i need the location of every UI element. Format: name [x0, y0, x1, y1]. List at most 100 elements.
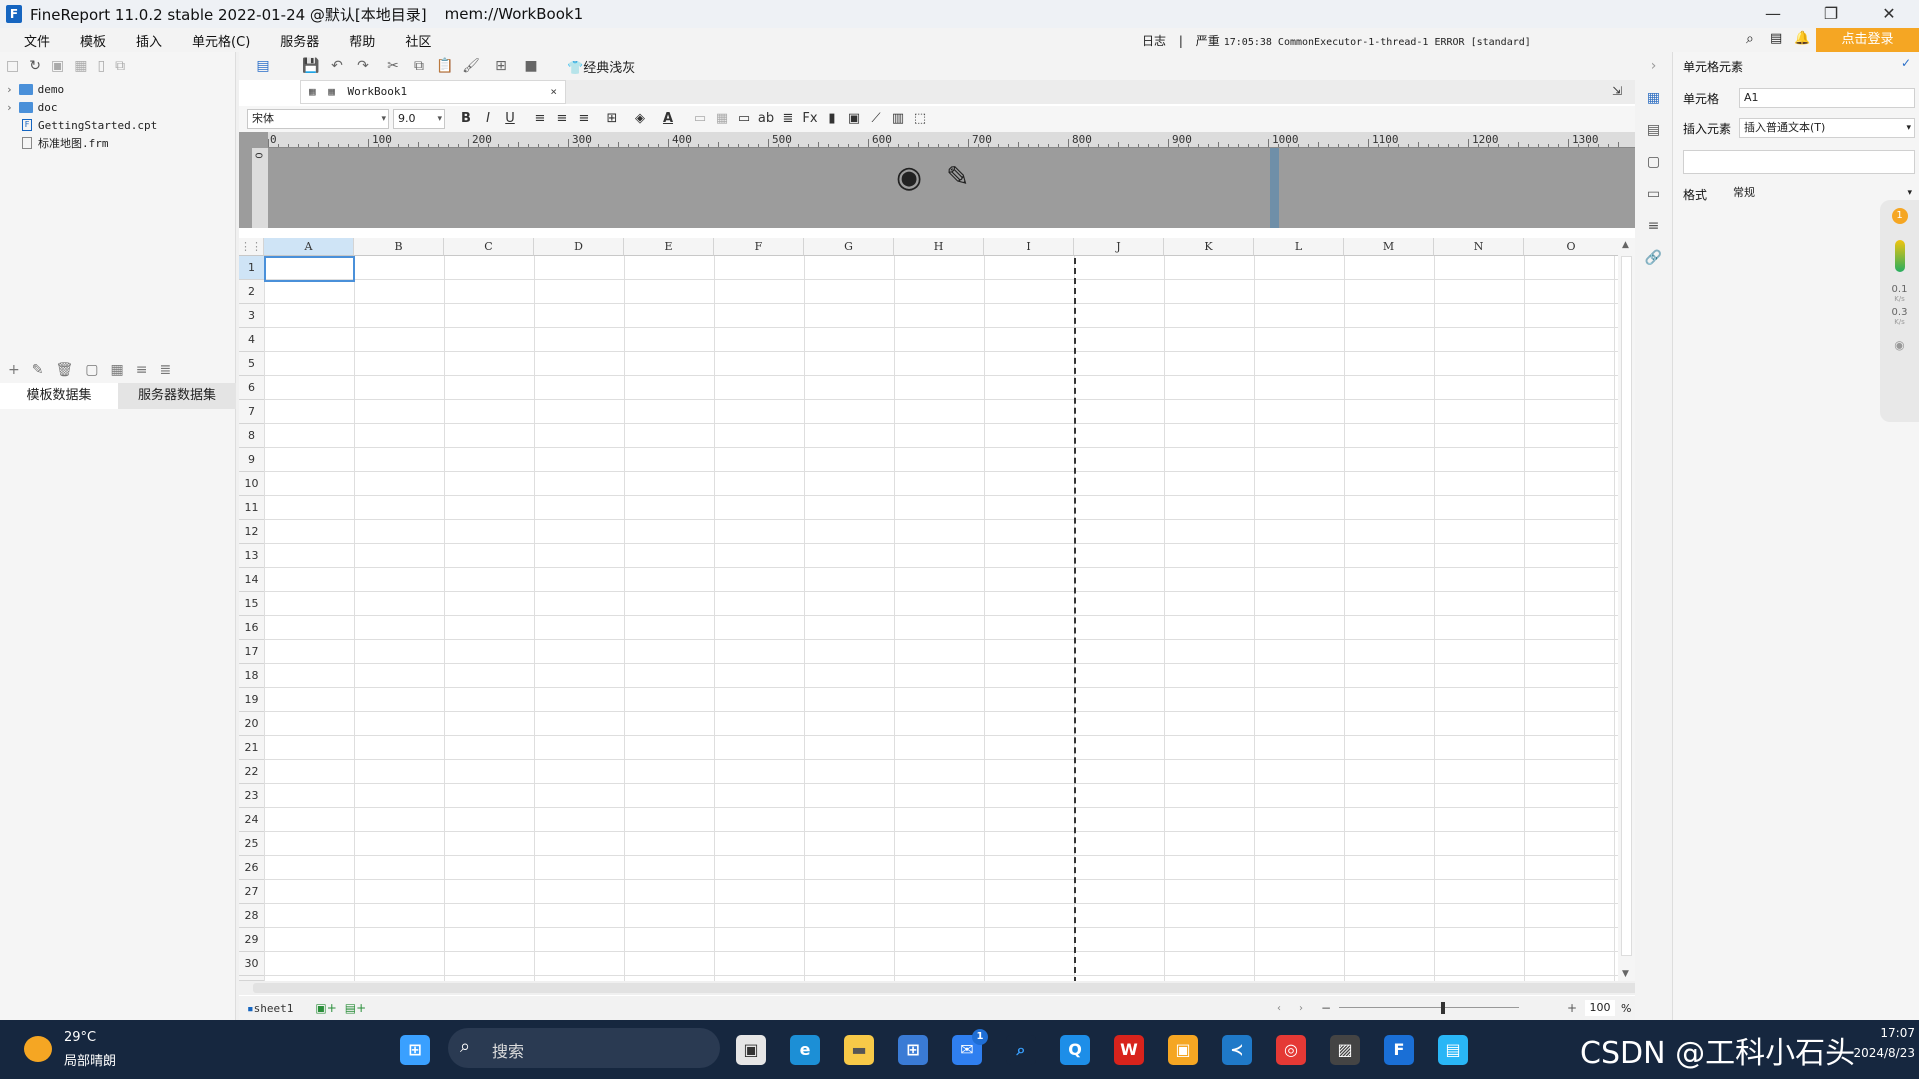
- qq-browser-icon[interactable]: Q: [1060, 1035, 1090, 1065]
- taskbar-search[interactable]: ⌕ 搜索: [448, 1028, 720, 1068]
- widget-icon[interactable]: ▢: [1644, 152, 1664, 172]
- cut-icon[interactable]: ✂: [383, 56, 403, 76]
- zoom-slider[interactable]: [1339, 1007, 1519, 1008]
- row-header[interactable]: 13: [239, 544, 264, 568]
- paste-icon[interactable]: 📋: [435, 56, 455, 76]
- row-header[interactable]: 30: [239, 952, 264, 976]
- selected-cell[interactable]: [264, 256, 355, 282]
- tree-file-map[interactable]: 标准地图.frm: [6, 134, 235, 152]
- add-sheet-icon[interactable]: ▣+: [315, 1001, 336, 1015]
- camera-icon[interactable]: ◉: [1880, 338, 1919, 352]
- column-header[interactable]: D: [534, 238, 624, 256]
- row-header[interactable]: 21: [239, 736, 264, 760]
- cell-attr-icon[interactable]: ▦: [1644, 88, 1664, 108]
- expand-panel-icon[interactable]: ›: [1644, 56, 1664, 76]
- check-icon[interactable]: ✓: [1901, 56, 1911, 70]
- column-header[interactable]: A: [264, 238, 354, 256]
- row-header[interactable]: 24: [239, 808, 264, 832]
- cell-style-icon[interactable]: ▤: [1644, 120, 1664, 140]
- remote-desktop-icon[interactable]: ▣: [1168, 1035, 1198, 1065]
- bold-button[interactable]: B: [455, 109, 477, 129]
- insert-element-select[interactable]: 插入普通文本(T) ▾: [1739, 118, 1915, 138]
- redo-icon[interactable]: ↷: [353, 56, 373, 76]
- font-select[interactable]: 宋体 ▾: [247, 109, 389, 129]
- row-header[interactable]: 12: [239, 520, 264, 544]
- bell-icon[interactable]: 🔔: [1794, 31, 1810, 46]
- row-header[interactable]: 27: [239, 880, 264, 904]
- row-header[interactable]: 23: [239, 784, 264, 808]
- row-header[interactable]: 20: [239, 712, 264, 736]
- row-header[interactable]: 9: [239, 448, 264, 472]
- hscroll-thumb[interactable]: [253, 983, 1763, 993]
- theme-button[interactable]: 👕经典浅灰: [567, 57, 635, 76]
- column-header[interactable]: B: [354, 238, 444, 256]
- notepad-icon[interactable]: ▤: [1438, 1035, 1468, 1065]
- refresh-icon[interactable]: ↻: [29, 58, 41, 74]
- row-header[interactable]: 15: [239, 592, 264, 616]
- close-tab-icon[interactable]: ×: [550, 81, 557, 103]
- sheet-tab[interactable]: ▪sheet1: [247, 1002, 293, 1015]
- column-header[interactable]: E: [624, 238, 714, 256]
- cell-content-input[interactable]: [1683, 150, 1915, 174]
- align-left-icon[interactable]: ≡: [529, 109, 551, 129]
- login-button[interactable]: 点击登录: [1816, 28, 1919, 52]
- notes-icon[interactable]: ▤: [1770, 31, 1782, 46]
- row-header[interactable]: 25: [239, 832, 264, 856]
- select-all-icon[interactable]: ⋮⋮: [239, 238, 264, 256]
- network-gadget[interactable]: 1 0.1 K/s 0.3 K/s ◉: [1880, 200, 1919, 422]
- page-width-marker[interactable]: [1270, 148, 1279, 228]
- tab-template-dataset[interactable]: 模板数据集: [0, 383, 118, 409]
- windows-start-icon[interactable]: ⊞: [400, 1035, 430, 1065]
- tree-folder-doc[interactable]: › doc: [6, 98, 235, 116]
- undo-icon[interactable]: ↶: [327, 56, 347, 76]
- file-explorer-icon[interactable]: ▬: [844, 1035, 874, 1065]
- tree-folder-demo[interactable]: › demo: [6, 80, 235, 98]
- server-db-icon[interactable]: ≣: [159, 362, 171, 378]
- hidden-eye-icon[interactable]: ◉: [896, 160, 922, 195]
- fill-color-icon[interactable]: ◈: [629, 109, 651, 129]
- data-column-icon[interactable]: ≡: [1644, 216, 1664, 236]
- dataset-icon[interactable]: ▦: [110, 362, 123, 378]
- search-app-icon[interactable]: ⌕: [1006, 1035, 1036, 1065]
- column-header[interactable]: I: [984, 238, 1074, 256]
- copy-icon[interactable]: ⧉: [409, 56, 429, 76]
- spreadsheet-grid[interactable]: ⋮⋮ A B C D E F G H I J K L M N O 1 2 3 4…: [239, 238, 1619, 981]
- row-header[interactable]: 28: [239, 904, 264, 928]
- align-right-icon[interactable]: ≡: [573, 109, 595, 129]
- column-header[interactable]: C: [444, 238, 534, 256]
- search-icon[interactable]: ⌕: [1746, 31, 1754, 47]
- row-header[interactable]: 6: [239, 376, 264, 400]
- save-icon[interactable]: 💾: [301, 56, 321, 76]
- font-color-icon[interactable]: A: [657, 109, 679, 129]
- log-status[interactable]: 日志 | 严重 17:05:38 CommonExecutor-1-thread-…: [1142, 32, 1531, 49]
- edge-browser-icon[interactable]: e: [790, 1035, 820, 1065]
- format-painter-icon[interactable]: 🖌: [461, 56, 481, 76]
- row-header[interactable]: 3: [239, 304, 264, 328]
- next-sheet-icon[interactable]: ›: [1299, 1003, 1303, 1014]
- slash-icon[interactable]: ⟋: [865, 109, 887, 129]
- row-header[interactable]: 2: [239, 280, 264, 304]
- row-header[interactable]: 16: [239, 616, 264, 640]
- scroll-thumb[interactable]: [1621, 256, 1632, 956]
- subreport-icon[interactable]: ▥: [887, 109, 909, 129]
- row-header[interactable]: 17: [239, 640, 264, 664]
- template-type-icon[interactable]: ▤: [253, 56, 273, 76]
- preview-dataset-icon[interactable]: ▢: [85, 362, 98, 378]
- copy-icon[interactable]: ⧉: [115, 58, 125, 74]
- close-button[interactable]: ✕: [1860, 0, 1918, 28]
- delete-icon[interactable]: ▯: [97, 58, 105, 74]
- row-header[interactable]: 1: [239, 256, 264, 280]
- column-header[interactable]: L: [1254, 238, 1344, 256]
- cell-border-icon[interactable]: ⬚: [909, 109, 931, 129]
- row-header[interactable]: 10: [239, 472, 264, 496]
- formula-icon[interactable]: Fx: [799, 109, 821, 129]
- scroll-up-icon[interactable]: ▲: [1622, 240, 1629, 250]
- border-icon[interactable]: ⊞: [601, 109, 623, 129]
- new-folder-icon[interactable]: □: [6, 58, 19, 74]
- wps-icon[interactable]: W: [1114, 1035, 1144, 1065]
- chart-icon[interactable]: ▮: [821, 109, 843, 129]
- column-header[interactable]: G: [804, 238, 894, 256]
- tab-server-dataset[interactable]: 服务器数据集: [118, 383, 236, 409]
- menu-file[interactable]: 文件: [0, 31, 50, 50]
- zoom-input[interactable]: 100: [1585, 1000, 1615, 1016]
